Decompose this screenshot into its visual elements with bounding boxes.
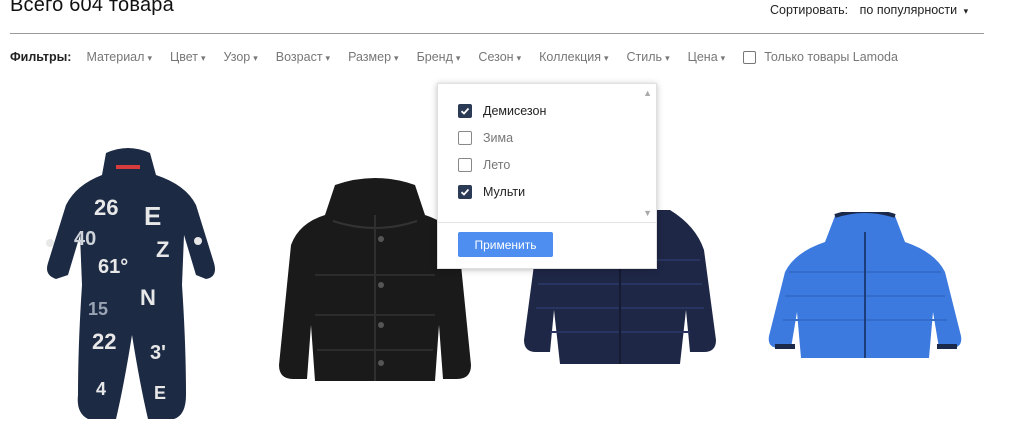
checkbox-unchecked[interactable] bbox=[458, 131, 472, 145]
apply-button[interactable]: Применить bbox=[458, 232, 553, 257]
sort-dropdown[interactable]: по популярности ▾ bbox=[860, 3, 969, 17]
filter-price[interactable]: Цена ▾ bbox=[688, 50, 726, 64]
chevron-down-icon: ▾ bbox=[147, 53, 152, 63]
chevron-down-icon: ▾ bbox=[253, 53, 258, 63]
filter-label: Возраст bbox=[275, 50, 323, 64]
checkbox-unchecked[interactable] bbox=[458, 158, 472, 172]
blue-jacket-image bbox=[768, 209, 962, 358]
only-lamoda-label: Только товары Lamoda bbox=[764, 50, 898, 64]
filter-label: Размер bbox=[348, 50, 392, 64]
svg-text:3': 3' bbox=[150, 342, 166, 364]
chevron-down-icon: ▾ bbox=[455, 53, 461, 63]
chevron-down-icon: ▾ bbox=[516, 53, 522, 63]
filter-bar: Фильтры: Материал ▾ Цвет ▾ Узор ▾ Возраст ▾ … bbox=[10, 48, 898, 66]
chevron-down-icon: ▾ bbox=[665, 53, 670, 63]
product-card-blue-jacket[interactable] bbox=[765, 209, 965, 367]
svg-text:26: 26 bbox=[94, 195, 118, 220]
filter-label: Узор bbox=[223, 50, 251, 64]
filter-label: Бренд bbox=[416, 50, 453, 64]
season-option-demiseason[interactable]: Демисезон bbox=[458, 104, 546, 118]
filter-size[interactable]: Размер ▾ bbox=[348, 50, 399, 64]
filter-label: Цена bbox=[687, 50, 718, 64]
season-option-label: Демисезон bbox=[483, 104, 547, 118]
chevron-down-icon: ▾ bbox=[604, 53, 609, 63]
filter-collection[interactable]: Коллекция ▾ bbox=[539, 50, 608, 64]
svg-text:Z: Z bbox=[156, 237, 169, 262]
check-icon bbox=[460, 107, 470, 115]
filter-style[interactable]: Стиль ▾ bbox=[627, 50, 670, 64]
chevron-down-icon: ▾ bbox=[200, 53, 206, 63]
svg-text:4: 4 bbox=[96, 379, 106, 399]
scroll-down-icon[interactable]: ▼ bbox=[643, 208, 652, 218]
chevron-down-icon: ▾ bbox=[325, 53, 331, 63]
filters-label: Фильтры: bbox=[10, 50, 72, 64]
filter-age[interactable]: Возраст ▾ bbox=[276, 50, 330, 64]
svg-text:40: 40 bbox=[74, 228, 96, 250]
filter-label: Цвет bbox=[169, 50, 198, 64]
season-filter-dropdown: ▲ Демисезон Зима Лето Мульти ▼ Применить bbox=[437, 83, 657, 269]
dropdown-divider bbox=[438, 222, 656, 223]
filter-brand[interactable]: Бренд ▾ bbox=[417, 50, 461, 64]
product-card-snowsuit[interactable]: 26 E 40 Z 61° N 15 22 3' 4 E bbox=[36, 145, 221, 430]
season-option-label: Мульти bbox=[483, 185, 526, 199]
season-option-label: Зима bbox=[483, 131, 514, 145]
check-icon bbox=[460, 188, 470, 196]
sort-control: Сортировать: по популярности ▾ bbox=[770, 3, 968, 17]
header-divider bbox=[10, 33, 984, 34]
sort-value: по популярности bbox=[859, 3, 958, 17]
svg-text:15: 15 bbox=[88, 299, 108, 319]
only-lamoda-checkbox[interactable] bbox=[743, 50, 757, 64]
filter-label: Стиль bbox=[626, 50, 663, 64]
filter-label: Материал bbox=[86, 50, 145, 64]
checkbox-checked[interactable] bbox=[458, 104, 472, 118]
filter-label: Сезон bbox=[478, 50, 514, 64]
svg-text:E: E bbox=[144, 201, 161, 231]
filter-pattern[interactable]: Узор ▾ bbox=[224, 50, 258, 64]
chevron-down-icon: ▾ bbox=[394, 53, 399, 63]
sort-label: Сортировать: bbox=[770, 3, 849, 17]
filter-material[interactable]: Материал ▾ bbox=[86, 50, 151, 64]
only-lamoda-toggle[interactable]: Только товары Lamoda bbox=[743, 50, 898, 64]
season-option-multi[interactable]: Мульти bbox=[458, 185, 525, 199]
season-option-label: Лето bbox=[483, 158, 511, 172]
filter-label: Коллекция bbox=[539, 50, 601, 64]
chevron-down-icon: ▾ bbox=[720, 53, 726, 63]
season-option-summer[interactable]: Лето bbox=[458, 158, 510, 172]
snowsuit-image: 26 E 40 Z 61° N 15 22 3' 4 E bbox=[46, 148, 215, 419]
season-option-winter[interactable]: Зима bbox=[458, 131, 513, 145]
checkbox-checked[interactable] bbox=[458, 185, 472, 199]
svg-text:N: N bbox=[140, 285, 156, 310]
page-title: Всего 604 товара bbox=[10, 0, 174, 16]
svg-text:E: E bbox=[154, 383, 166, 403]
svg-text:61°: 61° bbox=[98, 256, 128, 278]
filter-season[interactable]: Сезон ▾ bbox=[478, 50, 521, 64]
filter-color[interactable]: Цвет ▾ bbox=[170, 50, 206, 64]
svg-text:22: 22 bbox=[92, 329, 116, 354]
scroll-up-icon[interactable]: ▲ bbox=[643, 88, 652, 98]
chevron-down-icon: ▾ bbox=[963, 6, 969, 16]
